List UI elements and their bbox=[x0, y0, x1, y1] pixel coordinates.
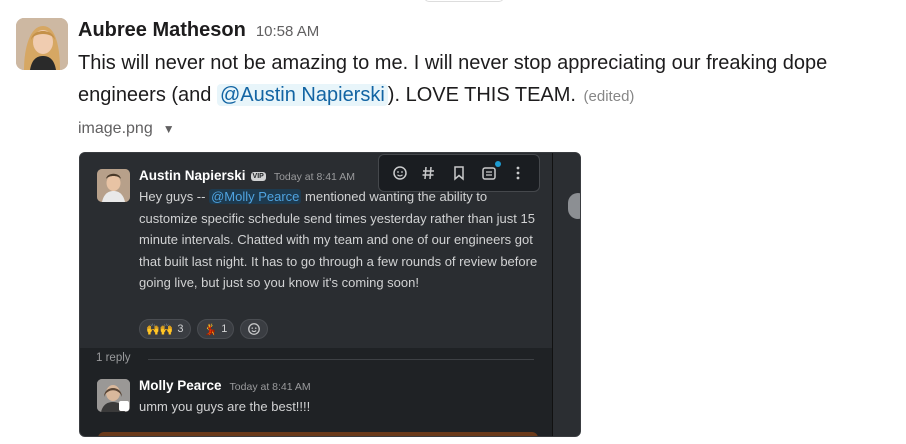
dancer-emoji: 💃 bbox=[203, 323, 218, 336]
embedded-reply-count: 1 reply bbox=[96, 352, 131, 364]
user-mention[interactable]: @Austin Napierski bbox=[216, 84, 388, 106]
embedded-text-start: Hey guys -- bbox=[139, 189, 210, 204]
reaction-count: 3 bbox=[177, 323, 184, 335]
more-vertical-icon bbox=[509, 164, 527, 182]
message-text: This will never not be amazing to me. I … bbox=[78, 47, 878, 113]
embedded-author-name: Austin Napierski bbox=[139, 168, 246, 183]
top-edge-handle bbox=[424, 0, 504, 2]
channel-hash-icon bbox=[420, 164, 438, 182]
embedded-composer-edge bbox=[98, 432, 538, 436]
embedded-reply-divider bbox=[148, 359, 534, 360]
add-emoji-icon bbox=[248, 323, 261, 335]
bookmark-icon bbox=[450, 164, 468, 182]
attachment-header: image.png ▼ bbox=[78, 120, 175, 138]
embedded-reply-text: umm you guys are the best!!!! bbox=[139, 399, 311, 414]
embedded-post-text: Hey guys -- @Molly Pearce mentioned want… bbox=[139, 186, 539, 294]
embedded-user-mention: @Molly Pearce bbox=[209, 189, 302, 204]
message-header: Aubree Matheson 10:58 AM bbox=[78, 19, 319, 42]
embedded-scroll-knob bbox=[568, 193, 580, 219]
avatar[interactable] bbox=[16, 18, 68, 70]
author-name[interactable]: Aubree Matheson bbox=[78, 19, 246, 42]
embedded-reactions: 🙌🙌 3 💃 1 bbox=[139, 319, 269, 339]
edited-label: (edited) bbox=[583, 88, 635, 105]
add-reaction-pill bbox=[240, 319, 269, 339]
message-text-end: ). LOVE THIS TEAM. bbox=[387, 84, 582, 106]
raised-hands-emoji: 🙌🙌 bbox=[146, 323, 174, 336]
checklist-icon bbox=[480, 161, 501, 182]
embedded-timestamp: Today at 8:41 AM bbox=[273, 171, 355, 183]
vip-badge: VIP bbox=[250, 172, 266, 181]
notification-dot bbox=[494, 161, 501, 167]
embedded-post-header: Austin Napierski VIP Today at 8:41 AM bbox=[139, 168, 355, 183]
embedded-reply-header: Molly Pearce Today at 8:41 AM bbox=[139, 378, 311, 393]
reaction-count: 1 bbox=[221, 323, 228, 335]
attachment-filename[interactable]: image.png bbox=[78, 120, 153, 138]
reaction-pill: 💃 1 bbox=[196, 319, 235, 339]
embedded-text-end: mentioned wanting the ability to customi… bbox=[139, 189, 538, 290]
embedded-avatar-austin bbox=[97, 169, 130, 202]
add-reaction-icon bbox=[391, 164, 409, 182]
embedded-avatar-molly bbox=[97, 379, 130, 412]
chevron-down-icon[interactable]: ▼ bbox=[163, 122, 175, 136]
embedded-reply-author: Molly Pearce bbox=[139, 378, 222, 393]
reaction-pill: 🙌🙌 3 bbox=[139, 319, 191, 339]
message-timestamp[interactable]: 10:58 AM bbox=[256, 23, 319, 40]
attachment-image[interactable]: Austin Napierski VIP Today at 8:41 AM He… bbox=[79, 152, 581, 437]
embedded-reply-timestamp: Today at 8:41 AM bbox=[229, 381, 311, 393]
